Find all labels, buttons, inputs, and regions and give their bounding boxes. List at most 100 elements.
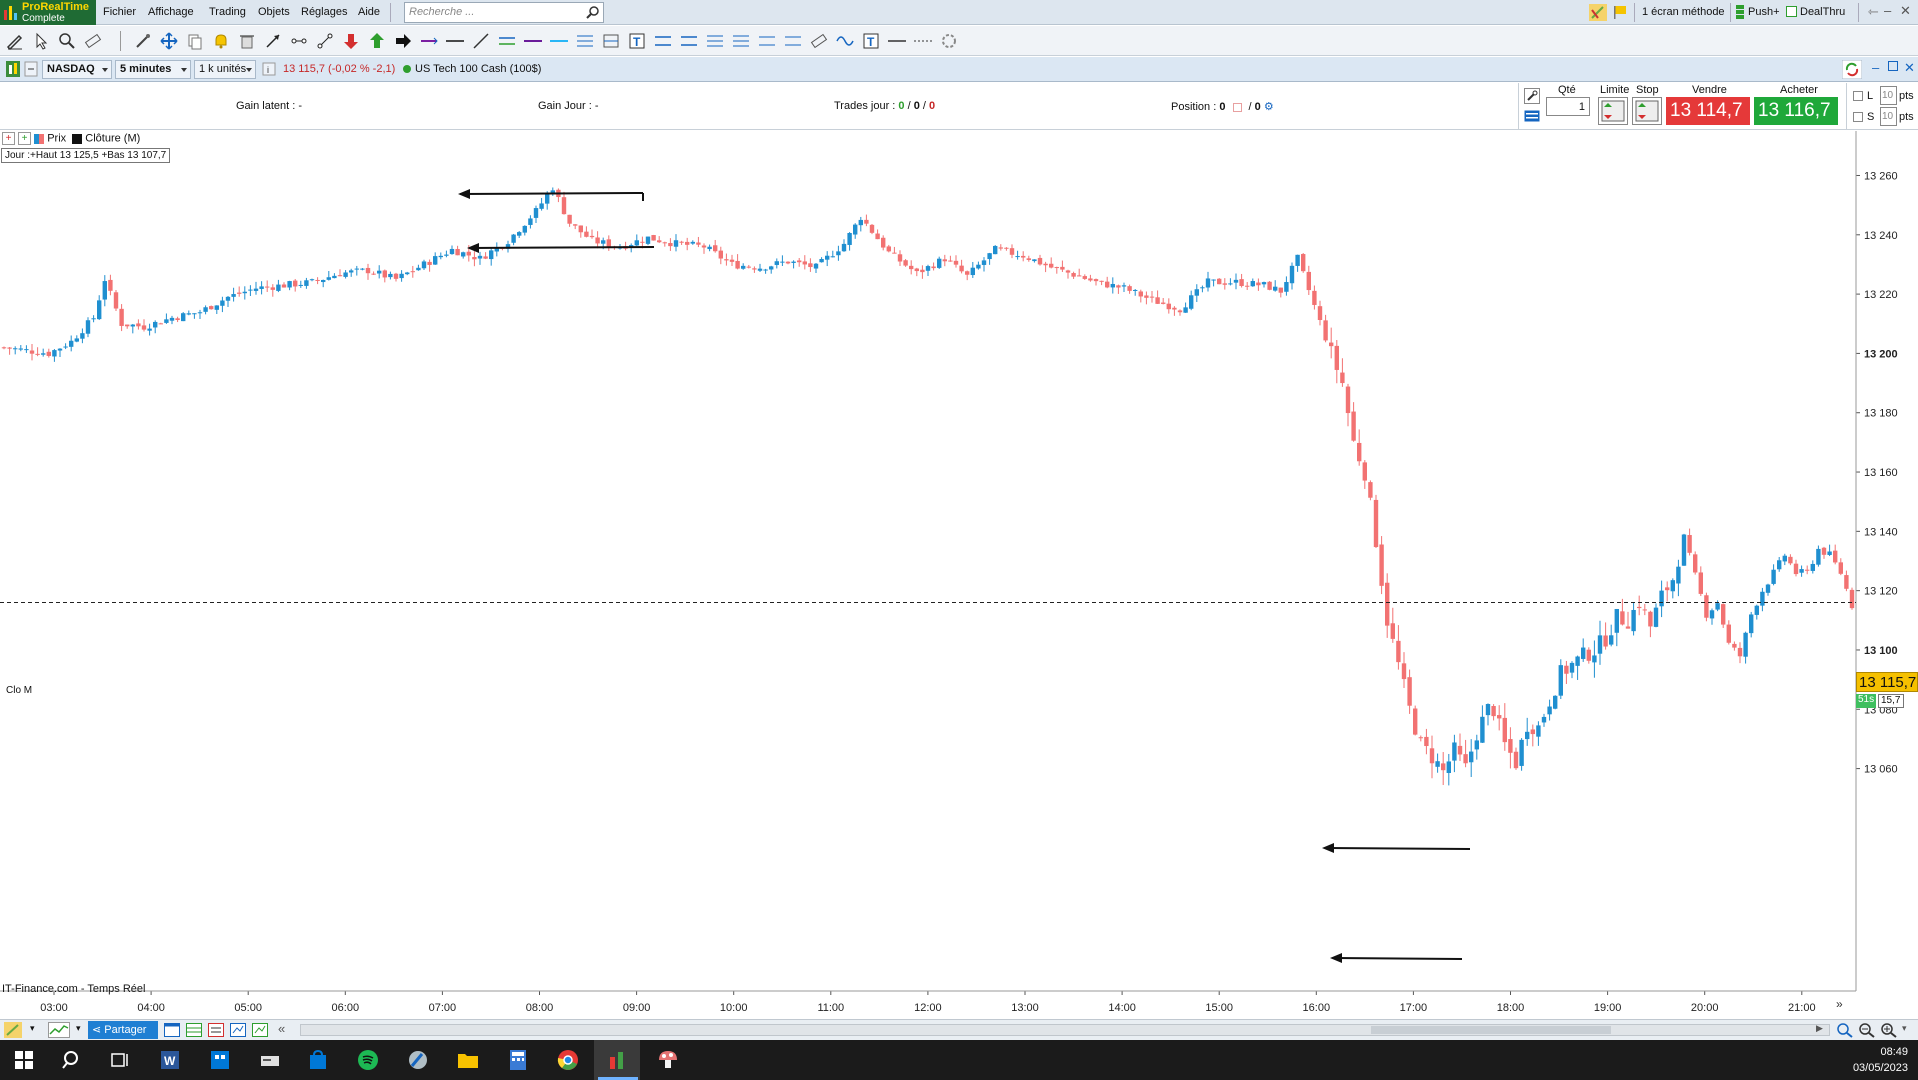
gann-icon[interactable]: [758, 32, 776, 50]
price-chart[interactable]: + + Prix Clôture (M) Jour :+Haut 13 125,…: [0, 131, 1918, 1019]
trend-line-icon[interactable]: [316, 32, 334, 50]
push-plus-button[interactable]: Push+: [1748, 6, 1780, 18]
word-icon[interactable]: W: [158, 1048, 182, 1072]
purple-line-icon[interactable]: [524, 32, 542, 50]
keyboard-icon[interactable]: [1524, 108, 1540, 124]
magic-wand-icon[interactable]: [134, 32, 152, 50]
zoom-caret-icon[interactable]: ▾: [1902, 1023, 1907, 1034]
down-arrow-icon[interactable]: [342, 32, 360, 50]
dealthru-button[interactable]: DealThru: [1800, 6, 1845, 18]
pencil-icon[interactable]: [6, 32, 24, 50]
diagonal-line-icon[interactable]: [472, 32, 490, 50]
menu-aide[interactable]: Aide: [358, 6, 380, 18]
multi-lines-icon[interactable]: [706, 32, 724, 50]
back-arrow-icon[interactable]: ⇽: [1868, 4, 1879, 20]
settings-circle-icon[interactable]: [940, 32, 958, 50]
backtest-icon[interactable]: [252, 1023, 268, 1037]
share-button[interactable]: ⋖ Partager: [88, 1021, 158, 1039]
search-input[interactable]: Recherche ...: [404, 2, 604, 23]
ruler-2-icon[interactable]: [810, 32, 828, 50]
refresh-icon[interactable]: [1842, 60, 1862, 79]
scroll-right-arrow-icon[interactable]: ▶: [1816, 1023, 1823, 1034]
parallel-lines-icon[interactable]: [654, 32, 672, 50]
dotted-line-icon[interactable]: [914, 32, 932, 50]
window-close-icon[interactable]: ✕: [1904, 60, 1915, 76]
scroll-right-icon[interactable]: »: [1836, 997, 1843, 1011]
window-icon[interactable]: [164, 1023, 180, 1037]
checkbox-icon[interactable]: [1786, 6, 1797, 17]
pen-app-icon[interactable]: [406, 1048, 430, 1072]
collapse-icon[interactable]: «: [278, 1021, 285, 1036]
wrench-icon[interactable]: [1524, 88, 1540, 104]
task-view-icon[interactable]: [108, 1048, 132, 1072]
ruler-icon[interactable]: [84, 32, 102, 50]
parallel-lines-2-icon[interactable]: [680, 32, 698, 50]
regression-icon[interactable]: [784, 32, 802, 50]
minimize-icon[interactable]: –: [1884, 3, 1891, 18]
info-icon[interactable]: i: [262, 62, 276, 76]
chrome-icon[interactable]: [556, 1048, 580, 1072]
market-dropdown[interactable]: NASDAQ: [42, 60, 112, 79]
segment-icon[interactable]: [290, 32, 308, 50]
qty-input[interactable]: 1: [1546, 97, 1590, 116]
copy-icon[interactable]: [186, 32, 204, 50]
units-dropdown[interactable]: 1 k unités: [194, 60, 256, 79]
close-icon[interactable]: ✕: [1900, 3, 1911, 19]
bag-icon[interactable]: [306, 1048, 330, 1072]
draw-tools-caret-icon[interactable]: ▾: [30, 1023, 35, 1034]
zoom-in-icon[interactable]: [1880, 1022, 1898, 1038]
hline-black-icon[interactable]: [446, 32, 464, 50]
calculator-icon[interactable]: [506, 1048, 530, 1072]
fibonacci-icon[interactable]: [576, 32, 594, 50]
windows-start-icon[interactable]: [12, 1048, 36, 1072]
file-explorer-icon[interactable]: [456, 1048, 480, 1072]
short-pts-input[interactable]: 10: [1880, 107, 1897, 126]
taskbar-search-icon[interactable]: [60, 1048, 84, 1072]
long-checkbox[interactable]: [1853, 91, 1863, 101]
channel-icon[interactable]: [498, 32, 516, 50]
sine-icon[interactable]: [836, 32, 854, 50]
spotify-icon[interactable]: [356, 1048, 380, 1072]
store-icon[interactable]: [208, 1048, 232, 1072]
menu-affichage[interactable]: Affichage: [148, 6, 194, 18]
zoom-out-icon[interactable]: [1858, 1022, 1876, 1038]
dash-line-icon[interactable]: [888, 32, 906, 50]
zoom-fit-icon[interactable]: [1836, 1022, 1854, 1038]
limit-order-button[interactable]: [1598, 97, 1628, 125]
position-settings-icon[interactable]: ⚙: [1264, 101, 1274, 113]
prorealtime-taskbar-icon[interactable]: [605, 1048, 629, 1072]
text-icon[interactable]: T: [628, 32, 646, 50]
timeframe-dropdown[interactable]: 5 minutes: [115, 60, 191, 79]
bell-icon[interactable]: [212, 32, 230, 50]
layout-selector[interactable]: 1 écran méthode: [1642, 6, 1725, 18]
stop-order-button[interactable]: [1632, 97, 1662, 125]
long-pts-input[interactable]: 10: [1880, 86, 1897, 105]
flag-icon[interactable]: [1612, 5, 1628, 19]
drive-icon[interactable]: [258, 1048, 282, 1072]
position-close-icon[interactable]: [1232, 102, 1242, 112]
mushroom-app-icon[interactable]: [656, 1048, 680, 1072]
list-icon[interactable]: [208, 1023, 224, 1037]
short-checkbox[interactable]: [1853, 112, 1863, 122]
window-maximize-icon[interactable]: [1888, 61, 1898, 71]
search-icon[interactable]: [586, 5, 600, 19]
trash-icon[interactable]: [238, 32, 256, 50]
blue-line-icon[interactable]: [550, 32, 568, 50]
buy-button[interactable]: 13 116,7: [1754, 97, 1838, 125]
link-icon[interactable]: [24, 61, 38, 77]
fib-lines-icon[interactable]: [732, 32, 750, 50]
pattern-icon[interactable]: [602, 32, 620, 50]
indicators-icon[interactable]: [48, 1022, 70, 1038]
move-icon[interactable]: [160, 32, 178, 50]
screener-icon[interactable]: [230, 1023, 246, 1037]
indicators-caret-icon[interactable]: ▾: [76, 1023, 81, 1034]
zoom-icon[interactable]: [58, 32, 76, 50]
menu-reglages[interactable]: Réglages: [301, 6, 347, 18]
scrollbar-thumb[interactable]: [1371, 1026, 1611, 1034]
menu-fichier[interactable]: Fichier: [103, 6, 136, 18]
taskbar-clock[interactable]: 08:49 03/05/2023: [1853, 1044, 1908, 1076]
window-minimize-icon[interactable]: –: [1872, 60, 1879, 75]
pen-icon[interactable]: [1589, 4, 1607, 21]
horizontal-scrollbar[interactable]: [300, 1024, 1830, 1036]
right-arrow-icon[interactable]: [394, 32, 412, 50]
